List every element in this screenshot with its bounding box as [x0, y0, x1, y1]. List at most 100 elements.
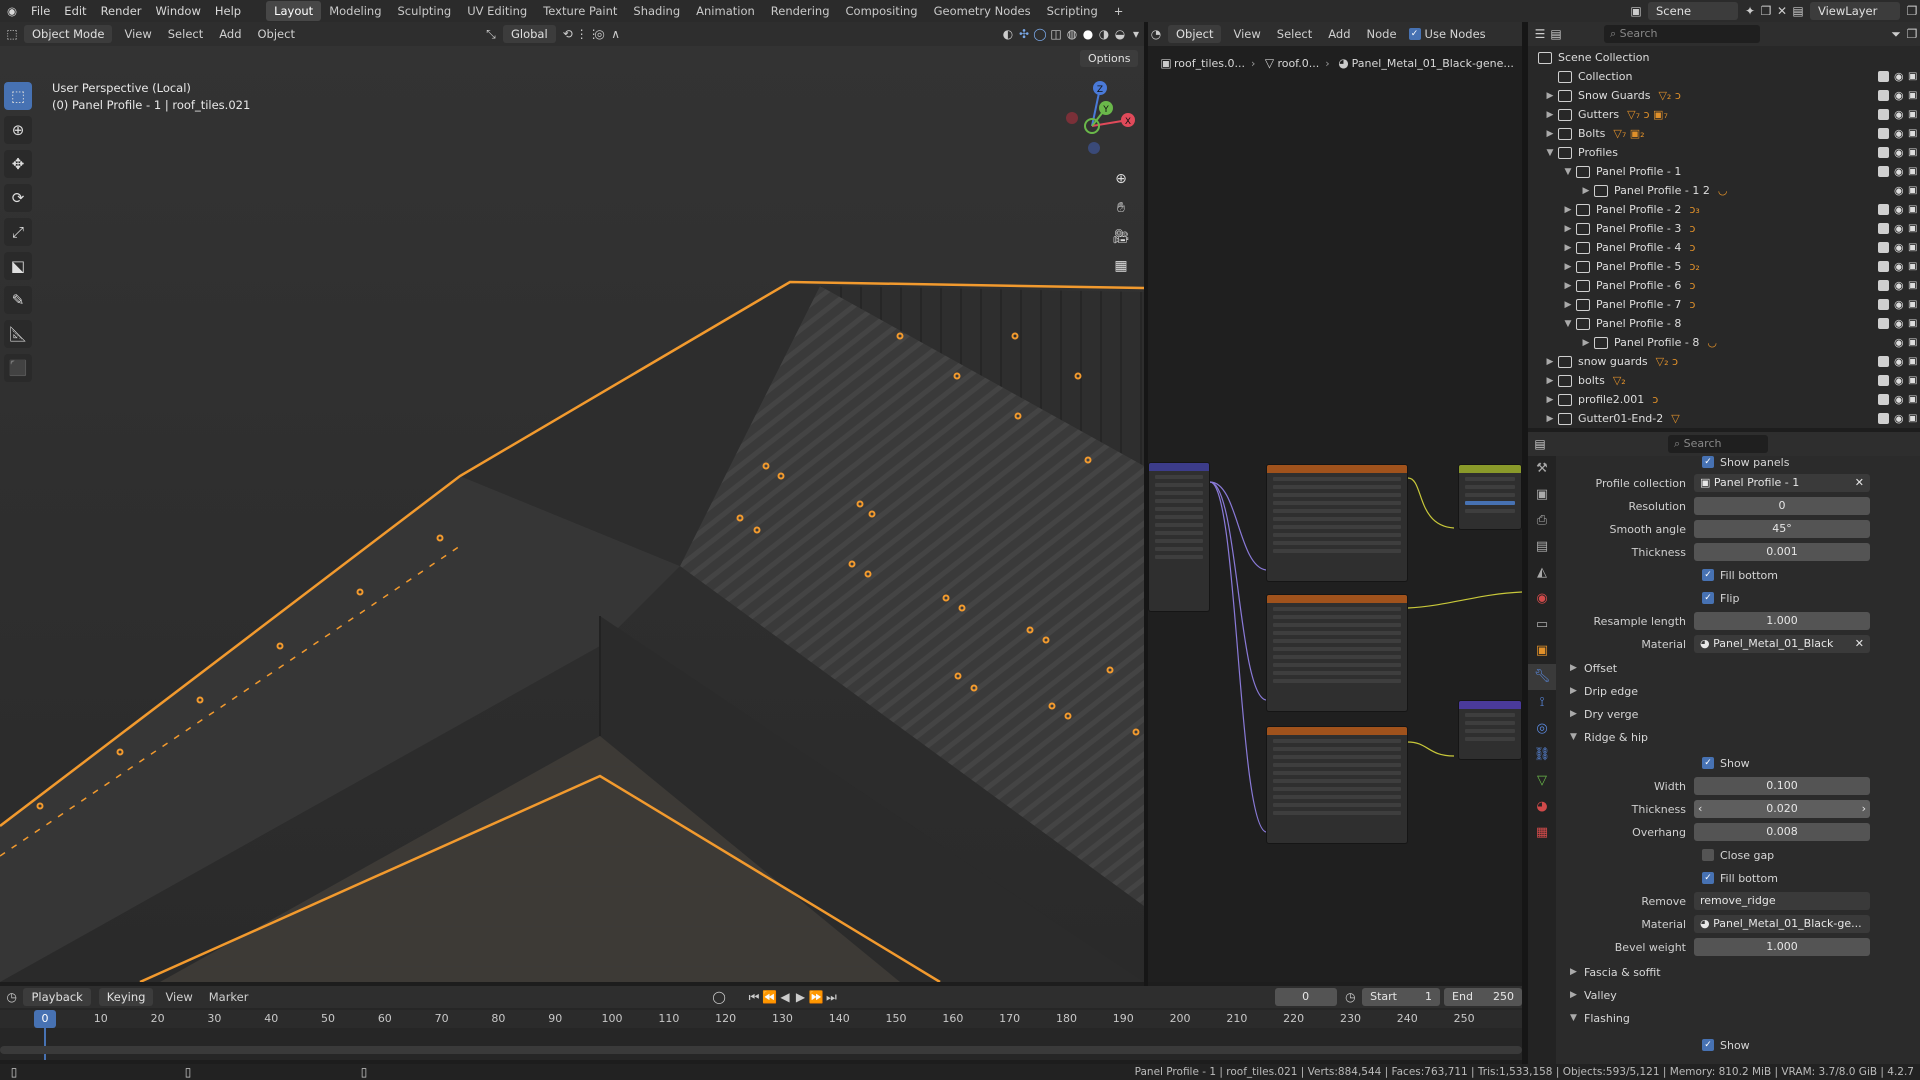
section-drip-edge[interactable]: ▶ Drip edge — [1570, 681, 1638, 701]
ridge-material-field[interactable]: ◕ Panel_Metal_01_Black-ge...✕ — [1694, 915, 1870, 933]
section-flashing[interactable]: ▼ Flashing — [1570, 1008, 1630, 1028]
thickness-field[interactable]: 0.001 — [1694, 543, 1870, 561]
shading-options-icon[interactable]: ▾ — [1128, 26, 1144, 42]
ridge-width-field[interactable]: 0.100 — [1694, 777, 1870, 795]
exclude-checkbox[interactable] — [1878, 318, 1889, 329]
3d-viewport[interactable]: Z X Y User Perspective (Local) (0) Panel… — [0, 46, 1144, 982]
menu-edit[interactable]: Edit — [57, 4, 93, 18]
outliner-item[interactable]: ▶ Panel Profile - 7 ↄ ◉ ▣ — [1528, 295, 1920, 314]
section-fascia-soffit[interactable]: ▶ Fascia & soffit — [1570, 962, 1661, 982]
collection-tab-icon[interactable]: ▭ — [1528, 612, 1556, 638]
scene-tab-icon[interactable]: ◭ — [1528, 560, 1556, 586]
chevron-right-icon[interactable]: ▶ — [1544, 414, 1556, 424]
outliner-item[interactable]: ▶ Panel Profile - 6 ↄ ◉ ▣ — [1528, 276, 1920, 295]
flip-checkbox[interactable]: ✓ — [1702, 592, 1714, 604]
tab-compositing[interactable]: Compositing — [838, 1, 926, 21]
node-shader-type-selector[interactable]: Object — [1168, 25, 1222, 43]
show-panels-checkbox[interactable]: ✓ — [1702, 456, 1714, 468]
camera-icon[interactable]: ▣ — [1908, 261, 1917, 272]
chevron-right-icon[interactable]: ▶ — [1544, 395, 1556, 405]
eye-icon[interactable]: ◉ — [1894, 260, 1904, 273]
proportional-edit-icon[interactable]: ◎ — [592, 26, 608, 42]
exclude-checkbox[interactable] — [1878, 413, 1889, 424]
pin-icon[interactable]: ✦ — [1742, 3, 1758, 19]
blender-logo-icon[interactable]: ◉ — [0, 4, 24, 18]
annotate-icon[interactable]: ✎ — [4, 286, 32, 314]
ridge-overhang-field[interactable]: 0.008 — [1694, 823, 1870, 841]
eye-icon[interactable]: ◉ — [1894, 317, 1904, 330]
chevron-down-icon[interactable]: ▼ — [1544, 148, 1556, 158]
camera-icon[interactable]: ▣ — [1908, 318, 1917, 329]
current-frame-field[interactable]: 0 — [1274, 988, 1337, 1006]
tab-texture-paint[interactable]: Texture Paint — [535, 1, 625, 21]
profile-collection-field[interactable]: ▣ Panel Profile - 1 ✕ — [1694, 474, 1870, 492]
eye-icon[interactable]: ◉ — [1894, 393, 1904, 406]
timeline[interactable]: ◷ Playback Keying View Marker ◯ ⏮ ⏪ ◀ ▶ … — [0, 986, 1522, 1060]
zoom-icon[interactable]: ⊕ — [1108, 166, 1134, 192]
node-menu-view[interactable]: View — [1225, 27, 1268, 41]
roughness-image-texture-node[interactable] — [1266, 594, 1408, 712]
outliner-item[interactable]: ▶ Bolts ▽₇ ▣₂ ◉ ▣ — [1528, 124, 1920, 143]
smooth-angle-field[interactable]: 45° — [1694, 520, 1870, 538]
ridge-show-checkbox[interactable]: ✓ — [1702, 757, 1714, 769]
chevron-right-icon[interactable]: ▶ — [1562, 224, 1574, 234]
chevron-right-icon[interactable]: ▶ — [1544, 91, 1556, 101]
gizmo-icon[interactable]: ✣ — [1016, 26, 1032, 42]
exclude-checkbox[interactable] — [1878, 223, 1889, 234]
outliner-root[interactable]: Scene Collection — [1528, 48, 1920, 67]
outliner-item[interactable]: ▶ Panel Profile - 5 ↄ₂ ◉ ▣ — [1528, 257, 1920, 276]
chevron-right-icon[interactable]: ▶ — [1544, 110, 1556, 120]
tab-modeling[interactable]: Modeling — [321, 1, 389, 21]
outliner-item[interactable]: ▼ Panel Profile - 1 ◉ ▣ — [1528, 162, 1920, 181]
timeline-view-menu[interactable]: View — [157, 990, 200, 1004]
constraints-tab-icon[interactable]: ⛓︎ — [1528, 742, 1556, 768]
prev-keyframe-icon[interactable]: ⏪ — [762, 989, 777, 1005]
camera-icon[interactable]: ▣ — [1908, 90, 1917, 101]
exclude-checkbox[interactable] — [1878, 375, 1889, 386]
camera-icon[interactable]: ▣ — [1908, 128, 1917, 139]
normal-image-texture-node[interactable] — [1266, 726, 1408, 844]
exclude-checkbox[interactable] — [1878, 166, 1889, 177]
eye-icon[interactable]: ◉ — [1894, 146, 1904, 159]
bevel-weight-field[interactable]: 1.000 — [1694, 938, 1870, 956]
section-valley[interactable]: ▶ Valley — [1570, 985, 1617, 1005]
editor-type-icon[interactable]: ⬚ — [4, 26, 20, 42]
resample-length-field[interactable]: 1.000 — [1694, 612, 1870, 630]
menu-select[interactable]: Select — [160, 27, 211, 41]
delete-scene-icon[interactable]: ✕ — [1774, 3, 1790, 19]
camera-icon[interactable]: ▣ — [1908, 375, 1917, 386]
physics-tab-icon[interactable]: ◎ — [1528, 716, 1556, 742]
eye-icon[interactable]: ◉ — [1894, 165, 1904, 178]
end-frame-field[interactable]: End 250 — [1444, 988, 1522, 1006]
snap-icon[interactable]: ⋮⋮ — [576, 26, 600, 42]
chevron-right-icon[interactable]: ▶ — [1562, 243, 1574, 253]
outliner-item[interactable]: ▼ Panel Profile - 8 ◉ ▣ — [1528, 314, 1920, 333]
menu-file[interactable]: File — [24, 4, 57, 18]
rotate-icon[interactable]: ⟳ — [4, 184, 32, 212]
outliner-item[interactable]: ▶ Panel Profile - 4 ↄ ◉ ▣ — [1528, 238, 1920, 257]
camera-icon[interactable]: ▣ — [1908, 413, 1917, 424]
camera-icon[interactable]: ▣ — [1908, 204, 1917, 215]
camera-icon[interactable]: ▣ — [1908, 394, 1917, 405]
camera-icon[interactable]: ▣ — [1908, 185, 1917, 196]
menu-window[interactable]: Window — [149, 4, 208, 18]
add-cube-icon[interactable]: ⬛ — [4, 354, 32, 382]
next-keyframe-icon[interactable]: ⏩ — [808, 989, 823, 1005]
node-editor-type-icon[interactable]: ◔ — [1148, 26, 1164, 42]
eye-icon[interactable]: ◉ — [1894, 222, 1904, 235]
node-menu-select[interactable]: Select — [1269, 27, 1320, 41]
outliner-item[interactable]: ▶ Panel Profile - 1 2 ◡ ◉ ▣ — [1528, 181, 1920, 200]
timeline-scrollbar[interactable] — [0, 1046, 1522, 1054]
exclude-checkbox[interactable] — [1878, 128, 1889, 139]
mode-selector[interactable]: Object Mode — [24, 25, 113, 43]
visibility-icon[interactable]: ◐ — [1000, 26, 1016, 42]
exclude-checkbox[interactable] — [1878, 109, 1889, 120]
chevron-right-icon[interactable]: ▶ — [1544, 129, 1556, 139]
tab-uv-editing[interactable]: UV Editing — [459, 1, 535, 21]
outliner-item[interactable]: ▶ Panel Profile - 3 ↄ ◉ ▣ — [1528, 219, 1920, 238]
outliner-item[interactable]: ▶ Gutters ▽₇ ↄ ▣₇ ◉ ▣ — [1528, 105, 1920, 124]
xray-icon[interactable]: ◫ — [1048, 26, 1064, 42]
outliner-item[interactable]: ▶ Gutter01-End-2 ▽ ◉ ▣ — [1528, 409, 1920, 428]
exclude-checkbox[interactable] — [1878, 242, 1889, 253]
outliner-search-input[interactable]: ⌕ Search — [1604, 25, 1760, 43]
